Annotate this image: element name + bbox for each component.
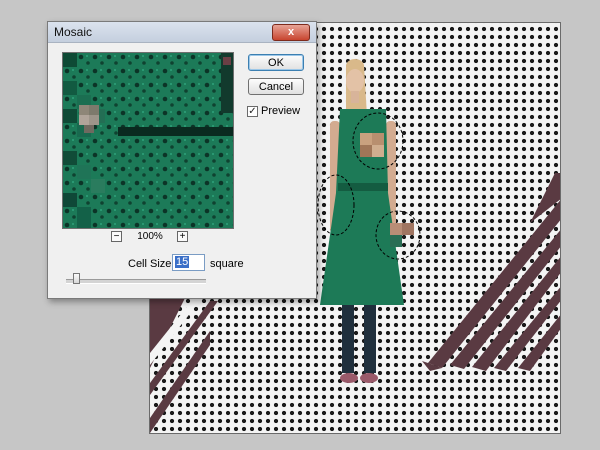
cell-size-label: Cell Size: [128,258,175,270]
preview-image [63,53,233,228]
ok-button[interactable]: OK [248,54,304,71]
preview-belt [118,127,233,136]
preview-checkbox[interactable]: ✓ [247,106,258,117]
woman-figure [320,59,404,383]
stripe-pattern-right [422,173,560,371]
close-icon: x [287,26,295,38]
cell-size-input[interactable]: 15 [172,254,205,271]
close-button[interactable]: x [272,24,310,41]
cell-size-slider-track[interactable] [66,279,206,284]
cell-size-unit: square [210,258,244,270]
mosaic-dialog: Mosaic x − 100% + OK Cancel ✓ Preview Ce… [47,21,317,299]
cancel-button[interactable]: Cancel [248,78,304,95]
zoom-in-button[interactable]: + [177,231,188,242]
cell-size-slider-thumb[interactable] [72,273,80,284]
stripe-pattern-left [150,298,218,433]
preview-checkbox-label: Preview [261,105,301,117]
dialog-titlebar[interactable]: Mosaic x [48,22,316,43]
check-mark-icon: ✓ [248,106,257,117]
zoom-out-button[interactable]: − [111,231,122,242]
plus-icon: + [179,231,186,242]
filter-preview[interactable] [62,52,234,229]
cell-size-value: 15 [175,256,190,268]
zoom-level: 100% [137,231,163,242]
dialog-title: Mosaic [54,25,93,39]
minus-icon: − [113,231,120,242]
